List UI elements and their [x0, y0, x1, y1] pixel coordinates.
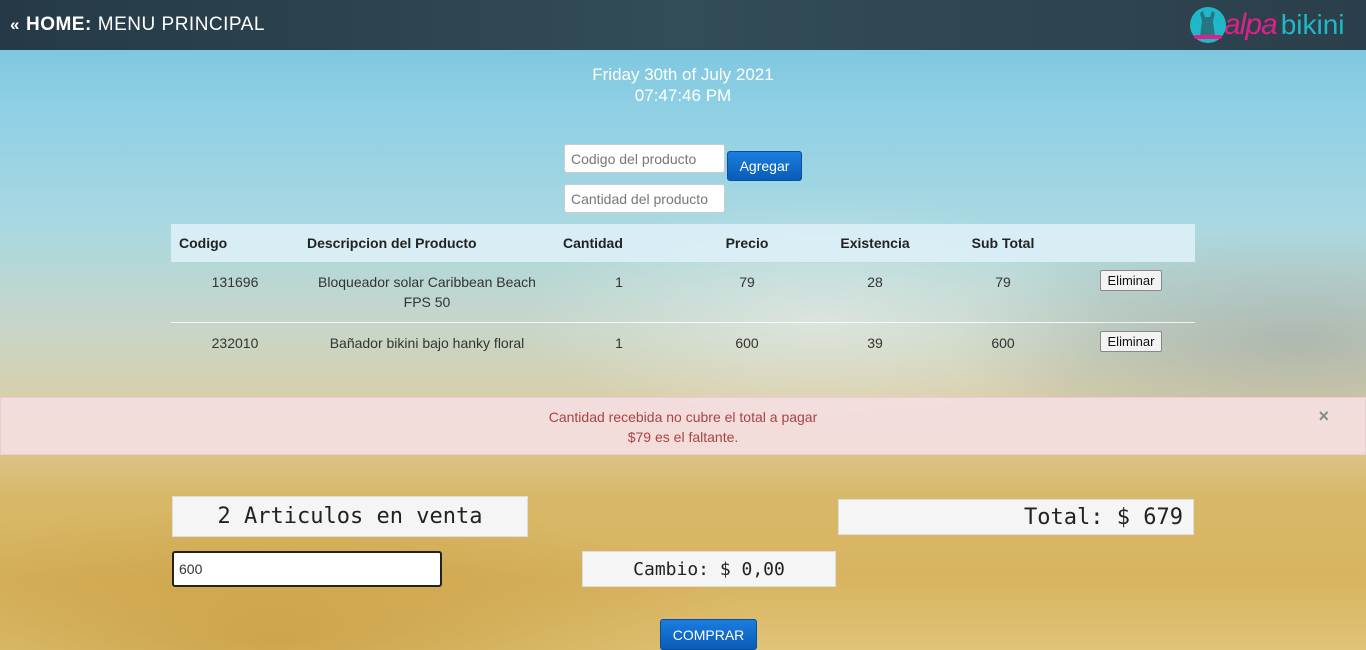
cell-subtotal: 600 — [991, 335, 1015, 351]
table-row: 232010 Bañador bikini bajo hanky floral … — [171, 323, 1195, 364]
cell-price: 600 — [735, 335, 759, 351]
table-row: 131696 Bloqueador solar Caribbean Beach … — [171, 262, 1195, 323]
col-header-descripcion: Descripcion del Producto — [307, 235, 477, 251]
col-header-actions — [1067, 224, 1195, 262]
logo-word-bikini: bikini — [1280, 9, 1345, 40]
products-table: Codigo Descripcion del Producto Cantidad… — [171, 224, 1195, 363]
product-code-input[interactable] — [564, 144, 725, 173]
cell-code: 131696 — [211, 274, 259, 290]
table-header-row: Codigo Descripcion del Producto Cantidad… — [171, 224, 1195, 262]
logo-word-alpa: alpa — [1224, 8, 1278, 41]
cell-description: Bloqueador solar Caribbean Beach FPS 50 — [318, 274, 536, 310]
current-time: 07:47:46 PM — [634, 86, 732, 105]
home-label: HOME: — [25, 14, 92, 35]
col-header-cantidad: Cantidad — [563, 235, 623, 251]
total-display: Total: $ 679 — [838, 499, 1194, 535]
cell-quantity: 1 — [615, 274, 623, 290]
col-header-subtotal: Sub Total — [971, 235, 1035, 251]
cell-code: 232010 — [211, 335, 259, 351]
alert-message: Cantidad recebida no cubre el total a pa… — [548, 409, 818, 425]
cell-stock: 28 — [867, 274, 883, 290]
delete-row-button[interactable]: Eliminar — [1099, 270, 1163, 291]
cell-description: Bañador bikini bajo hanky floral — [329, 335, 525, 351]
back-chevron-icon: « — [10, 15, 20, 34]
cell-subtotal: 79 — [995, 274, 1011, 290]
home-link[interactable]: « HOME: MENU PRINCIPAL — [10, 14, 265, 36]
menu-principal-label: MENU PRINCIPAL — [97, 14, 265, 35]
current-date: Friday 30th of July 2021 — [592, 65, 774, 84]
cell-actions: Eliminar — [1067, 323, 1195, 364]
col-header-existencia: Existencia — [840, 235, 910, 251]
alert-missing-amount: $79 es el faltante. — [627, 429, 739, 445]
articles-count-display: 2 Articulos en venta — [172, 496, 528, 537]
add-product-button[interactable]: Agregar — [727, 151, 802, 181]
delete-row-button[interactable]: Eliminar — [1099, 331, 1163, 352]
cell-stock: 39 — [867, 335, 883, 351]
alert-close-icon[interactable]: × — [1318, 407, 1329, 425]
llama-logo-icon — [1186, 5, 1230, 45]
date-time-display: Friday 30th of July 2021 07:47:46 PM — [0, 64, 1366, 106]
change-display: Cambio: $ 0,00 — [582, 551, 836, 587]
top-bar: « HOME: MENU PRINCIPAL alpa bikini — [0, 0, 1366, 50]
product-quantity-input[interactable] — [564, 184, 725, 213]
col-header-precio: Precio — [725, 235, 769, 251]
cell-actions: Eliminar — [1067, 262, 1195, 323]
amount-received-input[interactable] — [172, 551, 442, 587]
payment-alert: Cantidad recebida no cubre el total a pa… — [0, 397, 1366, 455]
col-header-codigo: Codigo — [179, 235, 228, 251]
brand-logo: alpa bikini — [1186, 4, 1358, 46]
cell-quantity: 1 — [615, 335, 623, 351]
buy-button[interactable]: COMPRAR — [660, 619, 757, 650]
cell-price: 79 — [739, 274, 755, 290]
